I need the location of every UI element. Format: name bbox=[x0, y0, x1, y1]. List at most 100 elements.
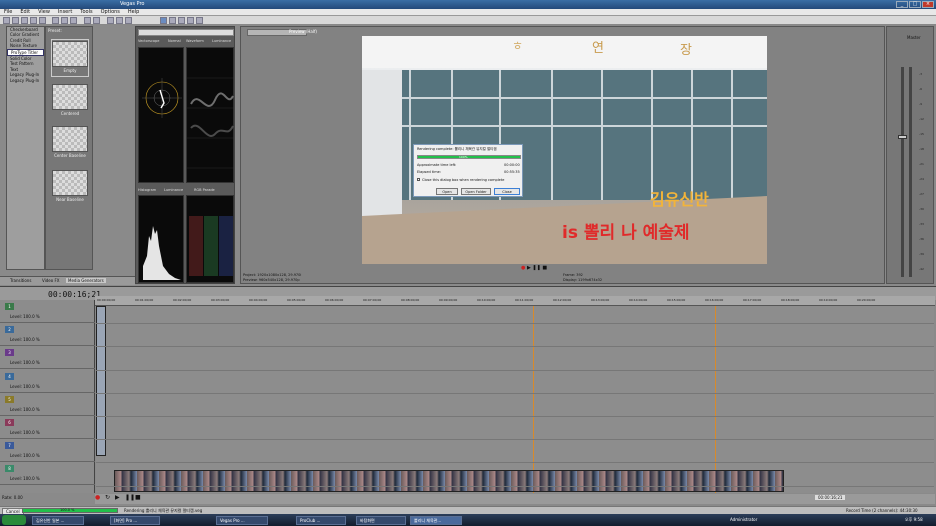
copy-icon[interactable] bbox=[61, 17, 68, 24]
dialog-close-button[interactable]: Close bbox=[494, 188, 520, 195]
envelope-tool-icon[interactable] bbox=[116, 17, 123, 24]
stop-transport-icon[interactable]: ■ bbox=[135, 494, 141, 501]
minimize-button[interactable]: _ bbox=[896, 1, 908, 8]
track-level[interactable]: Level: 100.0 % bbox=[10, 314, 40, 319]
menu-insert[interactable]: Insert bbox=[54, 9, 76, 16]
paste-icon[interactable] bbox=[70, 17, 77, 24]
waveform-graph bbox=[187, 77, 235, 169]
scope-tab-rgb-parade[interactable]: RGB Parade bbox=[194, 188, 215, 192]
maximize-button[interactable]: □ bbox=[909, 1, 921, 8]
track-level[interactable]: Level: 100.0 % bbox=[10, 476, 40, 481]
master-fader[interactable] bbox=[898, 135, 907, 139]
new-icon[interactable] bbox=[3, 17, 10, 24]
track-header[interactable]: 3 Level: 100.0 % bbox=[0, 346, 95, 370]
preset-label: Centered bbox=[60, 111, 80, 116]
scope-tab-vectorscope[interactable]: Vectorscope bbox=[138, 39, 159, 43]
properties-icon[interactable] bbox=[39, 17, 46, 24]
plugin-item[interactable]: Legacy Plug-In bbox=[7, 78, 44, 83]
taskbar-item[interactable]: 바탕화면 bbox=[356, 516, 406, 525]
track-header[interactable]: 4 Level: 100.0 % bbox=[0, 370, 95, 393]
open-folder-button[interactable]: Open Folder bbox=[461, 188, 491, 195]
histogram-display bbox=[138, 195, 184, 283]
snap-icon[interactable] bbox=[160, 17, 167, 24]
undo-icon[interactable] bbox=[84, 17, 91, 24]
help-icon[interactable] bbox=[196, 17, 203, 24]
cursor-marker-a bbox=[533, 306, 534, 493]
taskbar-item[interactable]: ProClub ... bbox=[296, 516, 346, 525]
scope-tab-waveform[interactable]: Waveform bbox=[186, 39, 204, 43]
preset-near-baseline[interactable]: Near Baseline bbox=[51, 169, 89, 207]
track-header[interactable]: 6 Level: 100.0 % bbox=[0, 416, 95, 439]
render-icon[interactable] bbox=[30, 17, 37, 24]
scope-tab-normal[interactable]: Normal bbox=[168, 39, 181, 43]
track-header[interactable]: 8 Level: 100.0 % bbox=[0, 462, 95, 486]
vectorscope-display bbox=[138, 47, 184, 183]
menu-view[interactable]: View bbox=[34, 9, 54, 16]
menu-help[interactable]: Help bbox=[124, 9, 143, 16]
close-window-button[interactable]: × bbox=[922, 1, 934, 8]
preset-centered[interactable]: Centered bbox=[51, 83, 89, 121]
preset-thumbnail bbox=[52, 170, 88, 196]
scope-tab-luminance-2[interactable]: Luminance bbox=[164, 188, 183, 192]
scope-select[interactable] bbox=[138, 29, 234, 36]
tab-video-fx[interactable]: Video FX bbox=[42, 278, 60, 283]
start-button[interactable] bbox=[2, 515, 26, 525]
edit-tool-icon[interactable] bbox=[107, 17, 114, 24]
track-level[interactable]: Level: 100.0 % bbox=[10, 407, 40, 412]
track-header[interactable]: 2 Level: 100.0 % bbox=[0, 323, 95, 347]
auto-ripple-icon[interactable] bbox=[169, 17, 176, 24]
track-header[interactable]: 1 Level: 100.0 % bbox=[0, 300, 95, 323]
open-button[interactable]: Open bbox=[436, 188, 458, 195]
save-icon[interactable] bbox=[21, 17, 28, 24]
scope-tab-histogram[interactable]: Histogram bbox=[138, 188, 156, 192]
record-icon[interactable]: ● bbox=[521, 265, 525, 271]
lock-envelopes-icon[interactable] bbox=[178, 17, 185, 24]
stop-icon[interactable]: ■ bbox=[542, 265, 547, 271]
loop-icon[interactable]: ↻ bbox=[105, 494, 110, 501]
plugin-item[interactable]: Legacy Plug-In bbox=[7, 72, 44, 77]
render-progress-fill bbox=[418, 156, 520, 158]
preset-center-baseline[interactable]: Center Baseline bbox=[51, 125, 89, 163]
menu-file[interactable]: File bbox=[0, 9, 16, 16]
ruler-mark: 00:19:00;00 bbox=[819, 298, 838, 302]
taskbar-item-active[interactable]: 뽈리니 체육관... bbox=[410, 516, 462, 525]
preset-empty[interactable]: Empty bbox=[51, 39, 89, 77]
redo-icon[interactable] bbox=[93, 17, 100, 24]
open-icon[interactable] bbox=[12, 17, 19, 24]
timeline-tracks[interactable] bbox=[96, 306, 934, 493]
pause-transport-icon[interactable]: ❚❚ bbox=[125, 494, 135, 501]
tab-transitions[interactable]: Transitions bbox=[10, 278, 31, 283]
track-level[interactable]: Level: 100.0 % bbox=[10, 384, 40, 389]
plugin-item-selected[interactable]: ProType Titler bbox=[7, 48, 44, 57]
record-transport-icon[interactable]: ● bbox=[95, 494, 100, 501]
meter-scale: -3 -6 -9 -12 -15 -18 -21 -24 -27 -30 -33 -36 -39 -42 bbox=[919, 67, 929, 277]
cut-icon[interactable] bbox=[52, 17, 59, 24]
timeline-ruler[interactable]: 00:00:00;00 00:01:00;00 00:02:00;00 00:03:0… bbox=[95, 296, 935, 306]
ruler-mark: 00:08:00;00 bbox=[401, 298, 420, 302]
clip-stack[interactable] bbox=[96, 306, 106, 456]
menu-tools[interactable]: Tools bbox=[76, 9, 96, 16]
elapsed-label: Elapsed time: bbox=[417, 170, 441, 174]
svg-text:연: 연 bbox=[592, 41, 604, 56]
taskbar-item[interactable]: [화면] Pro ... bbox=[110, 516, 160, 525]
ignore-grouping-icon[interactable] bbox=[187, 17, 194, 24]
preview-mode-dropdown[interactable]: Preview (Half) bbox=[289, 29, 317, 34]
multicam-clip[interactable] bbox=[114, 470, 784, 492]
scope-tab-luminance[interactable]: Luminance bbox=[212, 39, 231, 43]
menu-edit[interactable]: Edit bbox=[16, 9, 34, 16]
track-level[interactable]: Level: 100.0 % bbox=[10, 430, 40, 435]
close-when-done-checkbox[interactable] bbox=[417, 178, 420, 181]
track-level[interactable]: Level: 100.0 % bbox=[10, 360, 40, 365]
track-header[interactable]: 5 Level: 100.0 % bbox=[0, 393, 95, 416]
track-level[interactable]: Level: 100.0 % bbox=[10, 453, 40, 458]
play-icon[interactable]: ▶ bbox=[527, 265, 531, 271]
taskbar-item[interactable]: 김유신반 일본 ... bbox=[32, 516, 84, 525]
track-header[interactable]: 7 Level: 100.0 % bbox=[0, 439, 95, 463]
zoom-tool-icon[interactable] bbox=[125, 17, 132, 24]
pause-icon[interactable]: ❚❚ bbox=[532, 265, 540, 271]
play-transport-icon[interactable]: ▶ bbox=[115, 494, 120, 501]
menu-options[interactable]: Options bbox=[97, 9, 124, 16]
tab-media-generators[interactable]: Media Generators bbox=[66, 278, 106, 283]
taskbar-item[interactable]: Vegas Pro ... bbox=[216, 516, 268, 525]
track-level[interactable]: Level: 100.0 % bbox=[10, 337, 40, 342]
